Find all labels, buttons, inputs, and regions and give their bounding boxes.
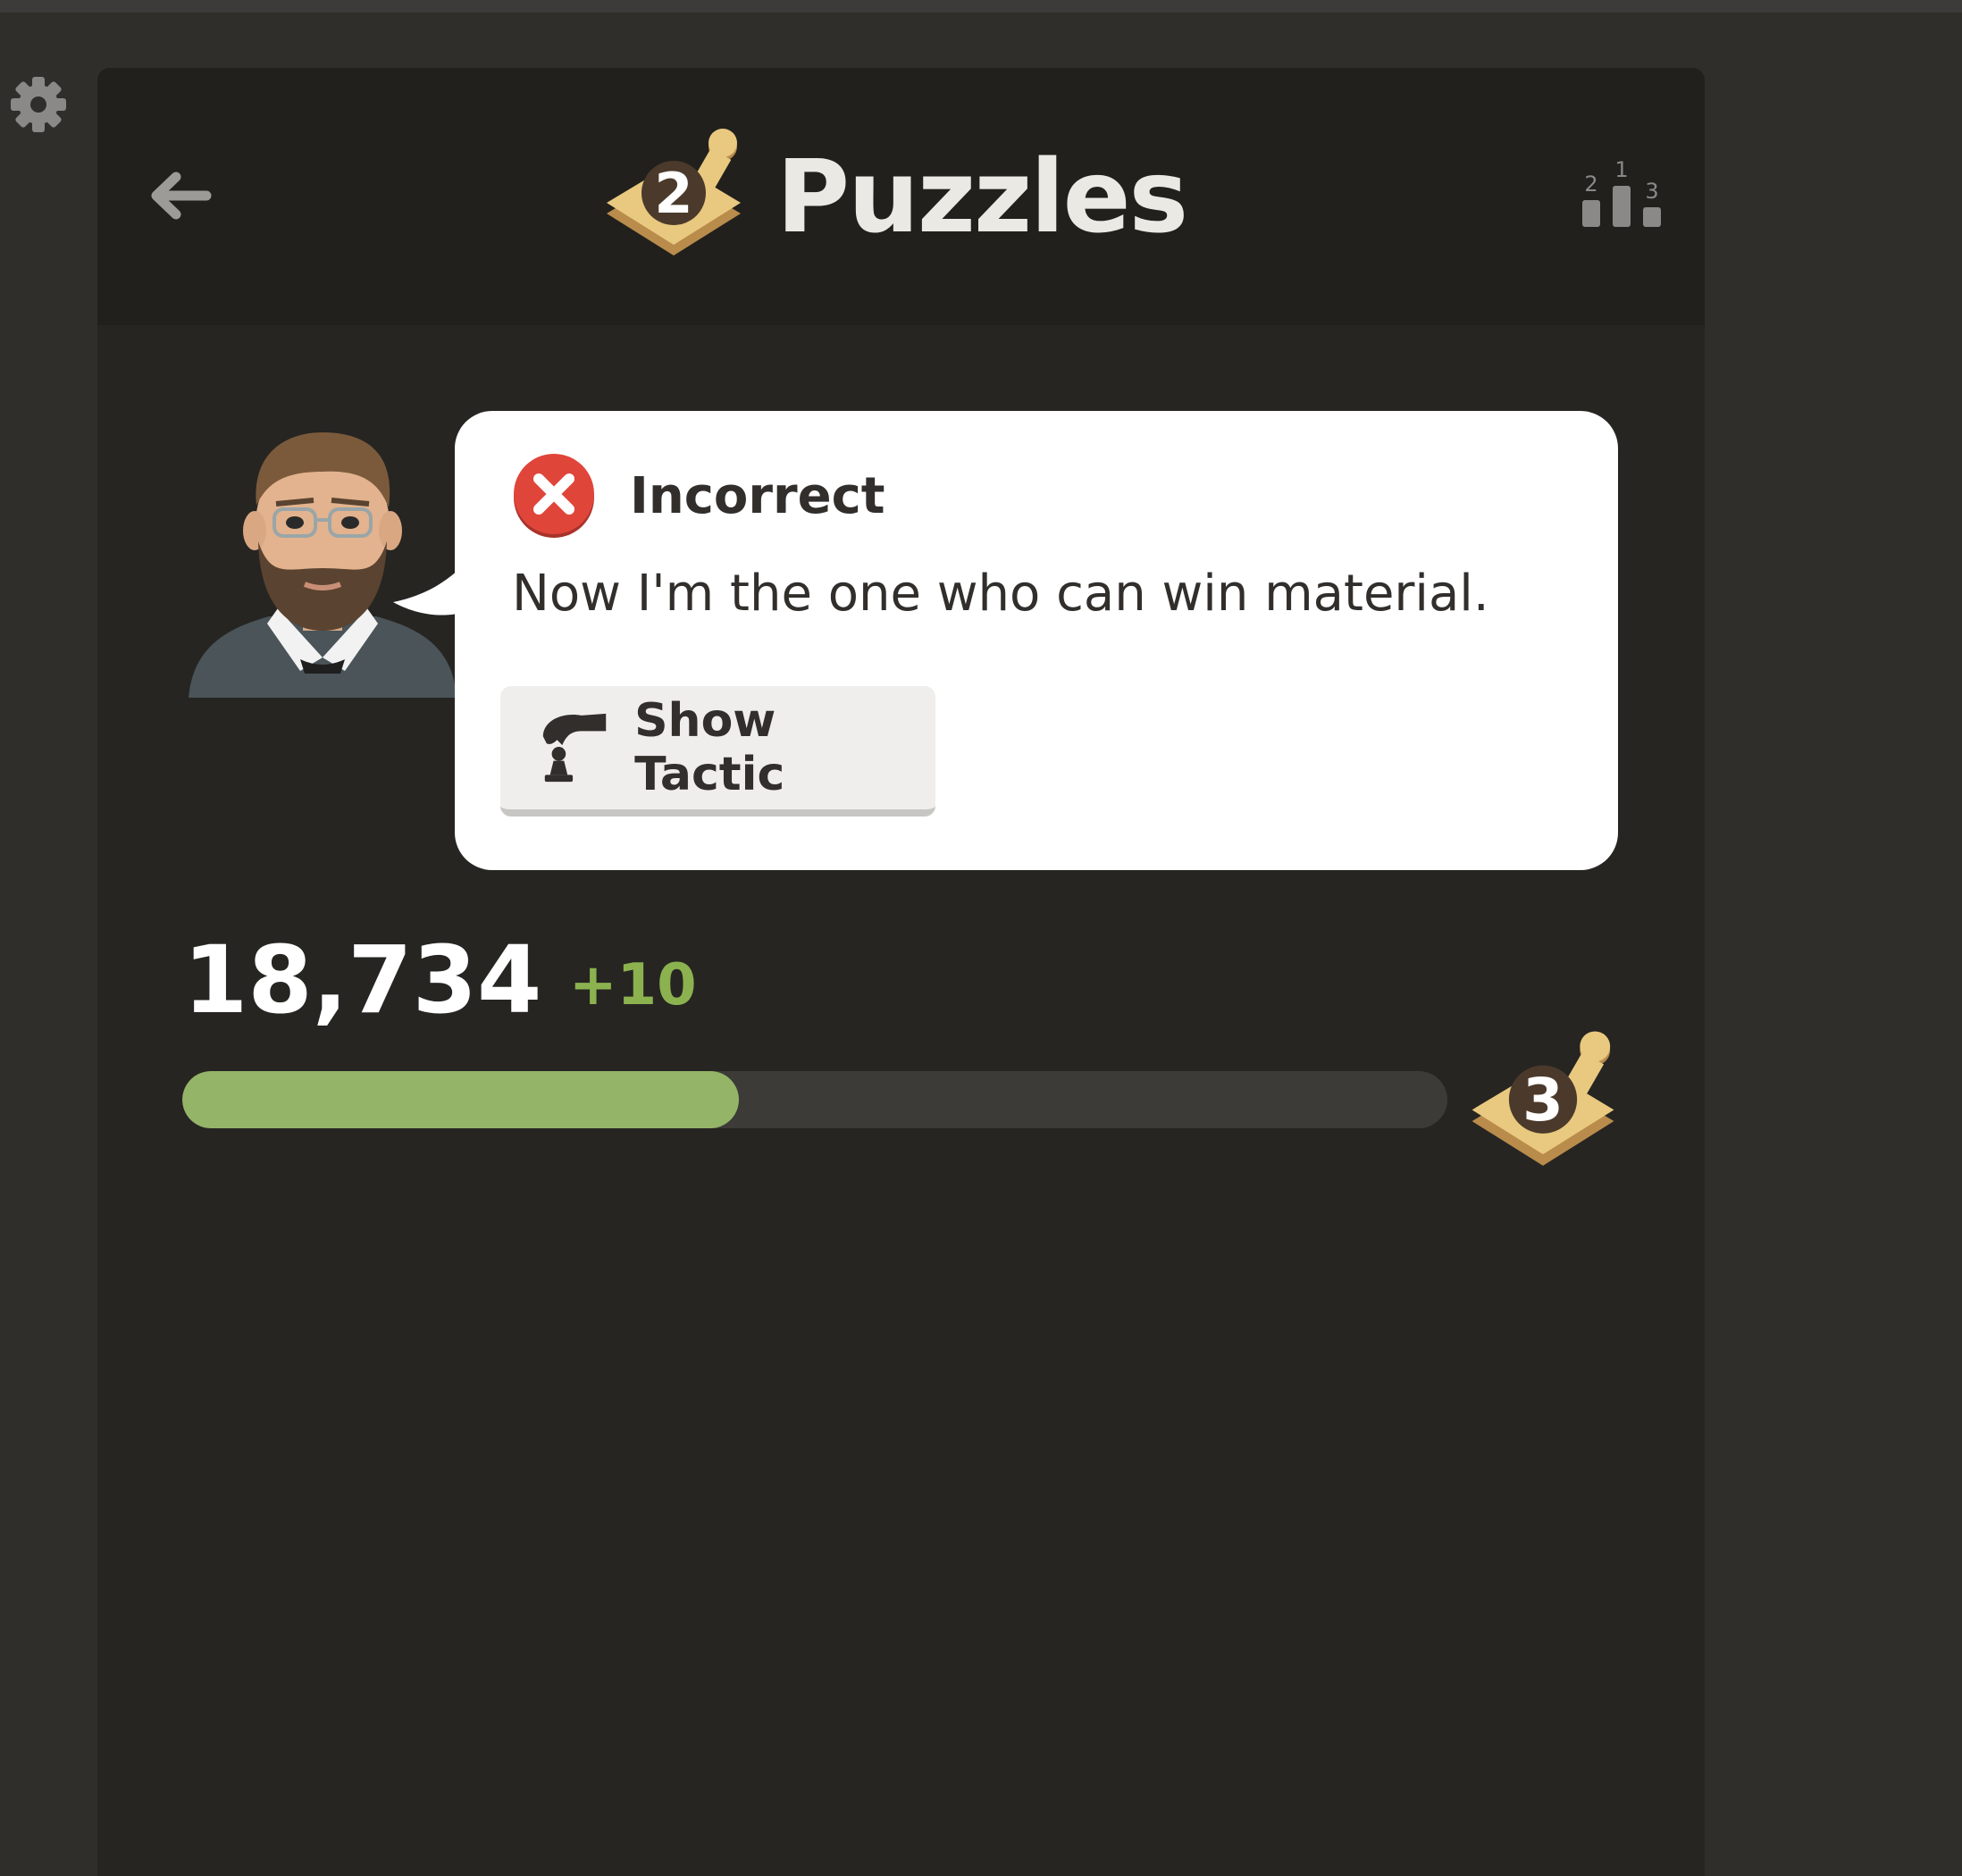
window-top-strip [0,0,1962,13]
svg-text:3: 3 [1522,1067,1564,1135]
gear-icon[interactable] [9,75,68,134]
show-tactic-label: Show Tactic [634,694,785,801]
back-arrow-icon[interactable] [142,157,219,234]
feedback-message: Now I'm the one who can win material. [512,565,1489,623]
svg-text:2: 2 [1584,172,1597,197]
feedback-status-text: Incorrect [630,466,885,525]
leaderboard-podium-icon[interactable]: 2 1 3 [1580,155,1663,238]
tactic-hint-icon [542,713,607,783]
score-delta: +10 [569,952,697,1018]
svg-text:2: 2 [654,161,692,226]
svg-text:1: 1 [1614,157,1628,182]
svg-text:3: 3 [1645,179,1658,204]
show-tactic-button[interactable]: Show Tactic [500,686,935,817]
puzzles-panel: 2 Puzzles 2 1 3 Incorrect Now I'm the on… [97,68,1705,1876]
puzzle-score: 18,734 [183,925,542,1034]
panel-header: 2 Puzzles 2 1 3 [97,68,1705,325]
feedback-bubble: Incorrect Now I'm the one who can win ma… [455,411,1618,870]
x-circle-icon [514,454,594,538]
page-title-group: 2 Puzzles [598,121,1188,273]
puzzle-level-badge-icon: 2 [607,129,741,255]
level-progress-bar [182,1071,1447,1128]
level-progress-fill [182,1071,740,1128]
next-level-badge-icon: 3 [1472,1031,1614,1166]
feedback-status: Incorrect [512,454,885,538]
page-title: Puzzles [776,139,1188,255]
